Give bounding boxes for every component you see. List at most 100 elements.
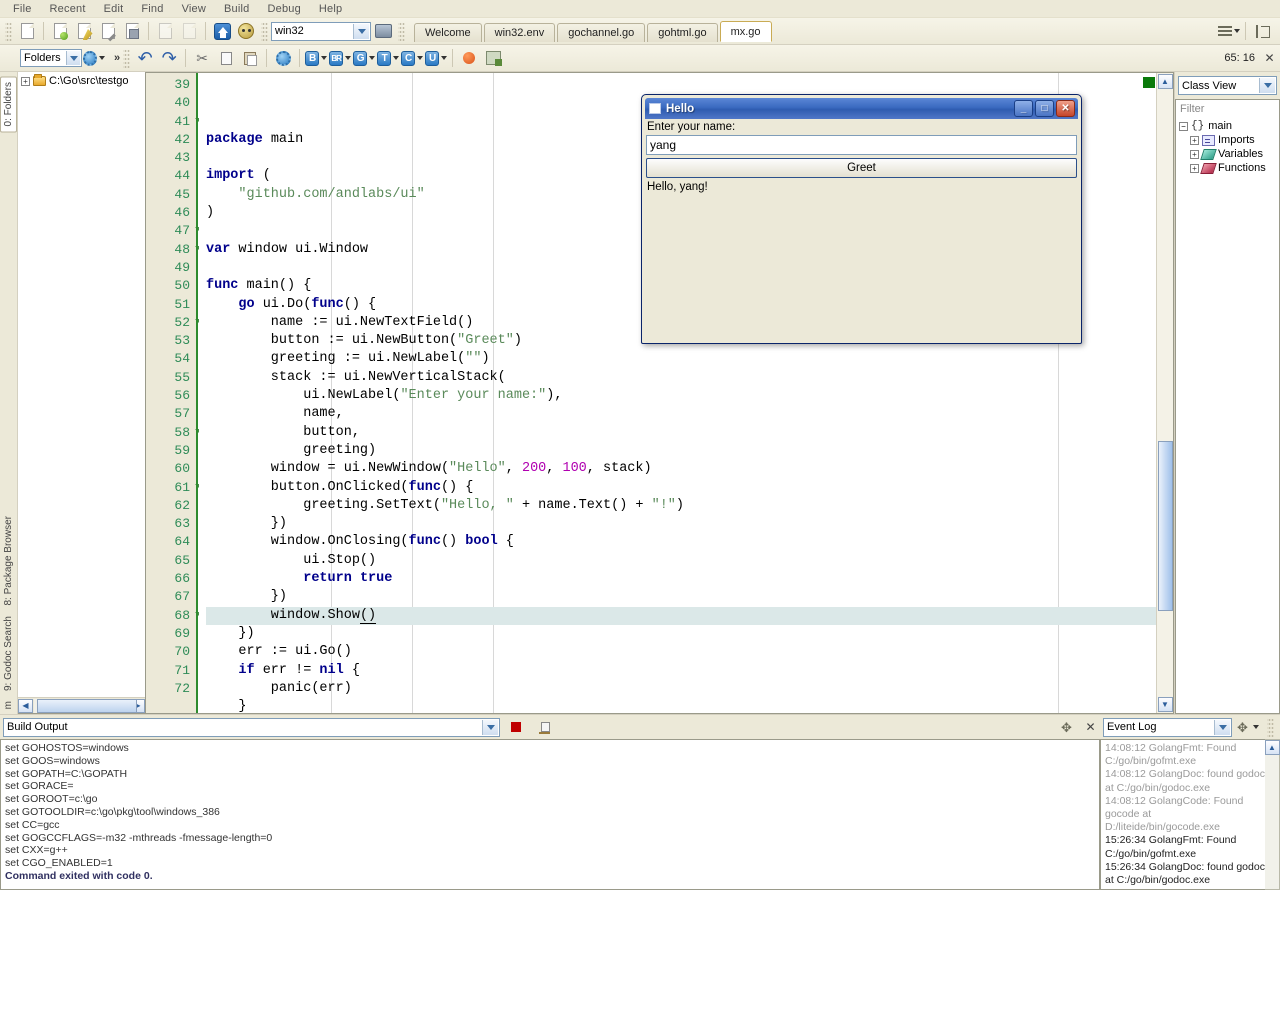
clear-output-button[interactable] — [533, 716, 555, 738]
class-tree-item-functions[interactable]: + Functions — [1176, 161, 1279, 175]
dock-grip[interactable] — [1267, 717, 1274, 737]
code-line[interactable]: greeting := ui.NewLabel("") — [206, 350, 1156, 368]
chevron-down-icon[interactable] — [321, 56, 328, 60]
code-line[interactable]: window.OnClosing(func() bool { — [206, 533, 1156, 551]
goclean-button[interactable]: C — [401, 47, 424, 69]
chevron-down-icon[interactable] — [441, 56, 448, 60]
stop-button[interactable] — [458, 47, 480, 69]
close-button[interactable]: ✕ — [1056, 100, 1075, 117]
class-tree-root[interactable]: − {} main — [1176, 119, 1279, 133]
code-line[interactable]: greeting) — [206, 442, 1156, 460]
scroll-up-button[interactable]: ▲ — [1264, 740, 1280, 755]
menu-item-edit[interactable]: Edit — [95, 1, 133, 17]
class-view-filter-input[interactable]: Filter — [1175, 99, 1280, 117]
code-line[interactable]: if err != nil { — [206, 662, 1156, 680]
build-run-button[interactable]: BR — [329, 47, 352, 69]
code-line[interactable]: stack := ui.NewVerticalStack( — [206, 369, 1156, 387]
maximize-button[interactable]: □ — [1035, 100, 1054, 117]
hello-dialog[interactable]: Hello _ □ ✕ Enter your name: yang Greet … — [641, 94, 1082, 344]
code-line[interactable]: err := ui.Go() — [206, 643, 1156, 661]
chevron-down-icon[interactable] — [393, 56, 400, 60]
scroll-down-button[interactable]: ▼ — [1157, 697, 1173, 712]
scroll-up-button[interactable]: ▲ — [1157, 74, 1173, 89]
stop-build-button[interactable] — [505, 716, 527, 738]
menu-item-build[interactable]: Build — [215, 1, 258, 17]
chevron-down-icon[interactable] — [345, 56, 352, 60]
file-tab-gohtml[interactable]: gohtml.go — [647, 23, 718, 42]
dialog-title-bar[interactable]: Hello _ □ ✕ — [645, 98, 1078, 119]
class-tree-item-variables[interactable]: + Variables — [1176, 147, 1279, 161]
menu-item-debug[interactable]: Debug — [258, 1, 309, 17]
build-and-run-button[interactable] — [482, 47, 504, 69]
code-line[interactable]: ui.NewLabel("Enter your name:"), — [206, 387, 1156, 405]
chevron-down-icon[interactable] — [482, 719, 498, 735]
build-output-text[interactable]: set GOHOSTOS=windows set GOOS=windows set … — [0, 739, 1100, 890]
file-tab-win32env[interactable]: win32.env — [483, 23, 556, 42]
folder-tree-item[interactable]: + C:\Go\src\testgo — [18, 72, 145, 87]
scroll-track[interactable] — [34, 698, 137, 713]
chevron-down-icon[interactable] — [353, 23, 369, 39]
scroll-thumb[interactable] — [37, 698, 137, 713]
chevron-down-icon[interactable] — [1214, 719, 1230, 735]
expander-plus-icon[interactable]: + — [1190, 163, 1199, 173]
gotest-button[interactable]: T — [377, 47, 400, 69]
name-input[interactable]: yang — [646, 135, 1077, 155]
copy-button[interactable] — [215, 47, 237, 69]
folders-combo[interactable]: Folders — [20, 49, 82, 67]
collapse-minus-icon[interactable]: − — [1179, 121, 1188, 131]
save-file-button[interactable] — [73, 20, 95, 42]
file-tab-welcome[interactable]: Welcome — [414, 23, 482, 42]
code-line[interactable]: name, — [206, 405, 1156, 423]
vtab-package-browser[interactable]: 8: Package Browser — [1, 511, 16, 611]
close-dock-button[interactable]: ✕ — [1084, 720, 1097, 734]
chevron-down-icon[interactable] — [66, 51, 80, 65]
file-tab-mxgo[interactable]: mx.go — [719, 21, 772, 42]
build-config-button[interactable] — [372, 20, 394, 42]
vtab-more[interactable]: m — [1, 696, 16, 714]
redo-button[interactable] — [158, 47, 180, 69]
vtab-folders[interactable]: 0: Folders — [0, 76, 17, 133]
expander-plus-icon[interactable]: + — [1190, 135, 1199, 145]
toolbar-grip-4[interactable] — [123, 48, 131, 68]
close-file-button[interactable] — [154, 20, 176, 42]
build-button[interactable]: B — [305, 47, 328, 69]
code-line[interactable]: window = ui.NewWindow("Hello", 200, 100,… — [206, 460, 1156, 478]
file-tab-gochannel[interactable]: gochannel.go — [557, 23, 646, 42]
code-line[interactable]: }) — [206, 588, 1156, 606]
gopher-button[interactable] — [235, 20, 257, 42]
scroll-thumb[interactable] — [1157, 441, 1173, 611]
code-line[interactable]: } — [206, 698, 1156, 713]
menu-item-help[interactable]: Help — [310, 1, 351, 17]
folders-horizontal-scrollbar[interactable]: ◀ ▶ — [18, 697, 145, 713]
folders-settings-button[interactable] — [83, 47, 105, 69]
close-editor-button[interactable]: ✕ — [1263, 51, 1276, 65]
class-tree-item-imports[interactable]: + Imports — [1176, 133, 1279, 147]
code-line[interactable]: ui.Stop() — [206, 552, 1156, 570]
home-button[interactable] — [211, 20, 233, 42]
undo-button[interactable] — [134, 47, 156, 69]
close-all-button[interactable] — [178, 20, 200, 42]
save-as-button[interactable] — [97, 20, 119, 42]
code-line[interactable]: return true — [206, 570, 1156, 588]
paste-button[interactable] — [239, 47, 261, 69]
expander-plus-icon[interactable]: + — [1190, 149, 1199, 159]
code-line[interactable]: }) — [206, 515, 1156, 533]
code-line[interactable]: }) — [206, 625, 1156, 643]
code-line[interactable]: panic(err) — [206, 680, 1156, 698]
open-file-button[interactable] — [49, 20, 71, 42]
event-log-combo[interactable]: Event Log — [1103, 717, 1232, 737]
event-log-scrollbar[interactable]: ▲ — [1264, 739, 1280, 890]
scroll-left-button[interactable]: ◀ — [18, 698, 33, 713]
event-log-text[interactable]: 14:08:12 GolangFmt: Found C:/go/bin/gofm… — [1100, 739, 1265, 890]
save-all-button[interactable] — [121, 20, 143, 42]
toolbar-grip-2[interactable] — [261, 21, 268, 41]
menu-item-file[interactable]: File — [4, 1, 41, 17]
scroll-track[interactable] — [1157, 89, 1173, 696]
code-line[interactable]: window.Show() — [206, 606, 1156, 625]
greet-button[interactable]: Greet — [646, 158, 1077, 178]
menu-item-view[interactable]: View — [173, 1, 215, 17]
code-line[interactable]: button.OnClicked(func() { — [206, 479, 1156, 497]
build-settings-button[interactable] — [272, 47, 294, 69]
menu-item-recent[interactable]: Recent — [41, 1, 95, 17]
float-dock-button[interactable] — [1057, 716, 1079, 738]
